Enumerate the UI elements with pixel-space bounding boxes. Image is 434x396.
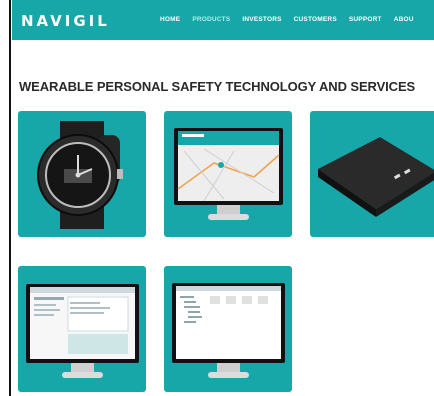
nav-customers[interactable]: CUSTOMERS xyxy=(294,16,337,23)
nav-investors[interactable]: INVESTORS xyxy=(242,16,281,23)
product-tile-map-monitor[interactable] xyxy=(164,111,292,237)
product-tile-watch[interactable] xyxy=(18,111,146,237)
product-tile-device[interactable] xyxy=(310,111,434,237)
watch-icon xyxy=(37,121,123,229)
main-nav: HOME PRODUCTS INVESTORS CUSTOMERS SUPPOR… xyxy=(160,16,426,23)
window-edge xyxy=(0,0,11,396)
product-tile-dashboard-monitor[interactable] xyxy=(18,266,146,392)
nav-about[interactable]: ABOU xyxy=(394,16,414,23)
nav-home[interactable]: HOME xyxy=(160,16,180,23)
nav-products[interactable]: PRODUCTS xyxy=(192,16,230,23)
tree-monitor-icon xyxy=(172,283,285,378)
dashboard-monitor-icon xyxy=(26,284,139,378)
page-headline: WEARABLE PERSONAL SAFETY TECHNOLOGY AND … xyxy=(19,79,416,94)
nav-support[interactable]: SUPPORT xyxy=(349,16,382,23)
map-monitor-icon xyxy=(174,128,283,220)
product-tile-tree-monitor[interactable] xyxy=(164,266,292,392)
site-logo[interactable]: NAVIGIL xyxy=(21,12,110,30)
device-icon xyxy=(318,137,434,217)
top-navbar: NAVIGIL HOME PRODUCTS INVESTORS CUSTOMER… xyxy=(12,0,434,40)
